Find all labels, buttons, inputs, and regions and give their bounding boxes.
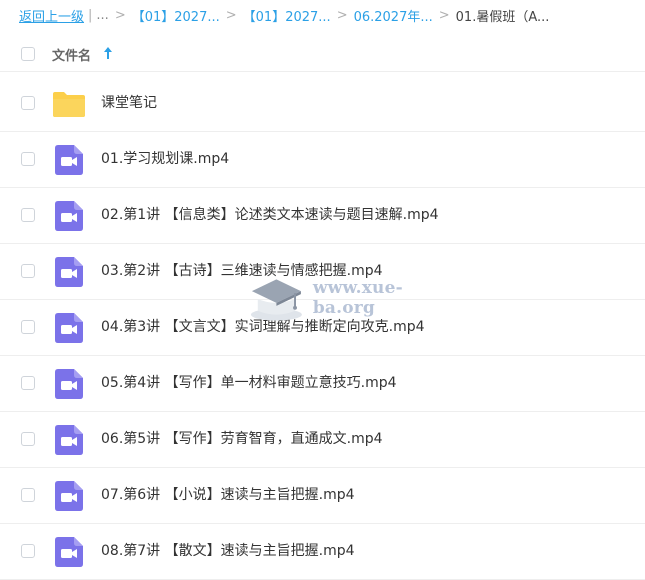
row-checkbox[interactable] — [21, 264, 35, 278]
breadcrumb-item[interactable]: 【01】2027... — [132, 6, 220, 25]
file-name[interactable]: 08.第7讲 【散文】速读与主旨把握.mp4 — [101, 540, 355, 560]
folder-name[interactable]: 课堂笔记 — [101, 92, 157, 112]
breadcrumb-separator: > — [114, 7, 126, 23]
video-file-icon — [55, 425, 83, 455]
file-row[interactable]: 08.第7讲 【散文】速读与主旨把握.mp4 — [0, 524, 645, 580]
breadcrumb-separator: > — [438, 7, 450, 23]
breadcrumb-current: 01.暑假班（A... — [455, 9, 550, 25]
file-row[interactable]: 07.第6讲 【小说】速读与主旨把握.mp4 — [0, 468, 645, 524]
breadcrumb-item[interactable]: 【01】2027... — [243, 6, 331, 25]
video-file-icon — [55, 481, 83, 511]
row-checkbox[interactable] — [21, 432, 35, 446]
file-row[interactable]: 01.学习规划课.mp4 — [0, 132, 645, 188]
row-checkbox[interactable] — [21, 376, 35, 390]
breadcrumb-separator: > — [225, 7, 237, 23]
watermark-text: www.xue-ba.org — [312, 278, 403, 318]
row-checkbox[interactable] — [21, 544, 35, 558]
breadcrumb-separator: > — [336, 7, 348, 23]
folder-icon — [53, 92, 85, 117]
file-row[interactable]: 06.第5讲 【写作】劳育智育，直通成文.mp4 — [0, 412, 645, 468]
video-file-icon — [55, 369, 83, 399]
folder-row[interactable]: 课堂笔记 — [0, 76, 645, 132]
column-header-filename[interactable]: 文件名 — [52, 45, 91, 64]
video-file-icon — [55, 313, 83, 343]
graduation-cap-logo-icon — [250, 279, 302, 321]
row-checkbox[interactable] — [21, 152, 35, 166]
row-checkbox[interactable] — [21, 208, 35, 222]
file-name[interactable]: 02.第1讲 【信息类】论述类文本速读与题目速解.mp4 — [101, 204, 439, 224]
video-file-icon — [55, 257, 83, 287]
video-file-icon — [55, 145, 83, 175]
breadcrumb: 返回上一级 | ... > 【01】2027... > 【01】2027... … — [19, 5, 639, 25]
row-checkbox[interactable] — [21, 96, 35, 110]
file-name[interactable]: 07.第6讲 【小说】速读与主旨把握.mp4 — [101, 484, 355, 504]
arrow-up-icon[interactable] — [103, 46, 113, 60]
back-link[interactable]: 返回上一级 — [19, 6, 84, 25]
file-row[interactable]: 05.第4讲 【写作】单一材料审题立意技巧.mp4 — [0, 356, 645, 412]
row-checkbox[interactable] — [21, 320, 35, 334]
breadcrumb-pipe: | — [88, 7, 93, 23]
select-all-checkbox[interactable] — [21, 47, 35, 61]
row-checkbox[interactable] — [21, 488, 35, 502]
file-list-header: 文件名 — [0, 38, 645, 72]
video-file-icon — [55, 201, 83, 231]
file-name[interactable]: 01.学习规划课.mp4 — [101, 148, 229, 168]
file-name[interactable]: 05.第4讲 【写作】单一材料审题立意技巧.mp4 — [101, 372, 397, 392]
video-file-icon — [55, 537, 83, 567]
file-name[interactable]: 06.第5讲 【写作】劳育智育，直通成文.mp4 — [101, 428, 383, 448]
watermark: www.xue-ba.org — [248, 270, 462, 326]
breadcrumb-item[interactable]: 06.2027年... — [354, 6, 433, 25]
breadcrumb-ellipsis[interactable]: ... — [96, 8, 108, 23]
file-row[interactable]: 02.第1讲 【信息类】论述类文本速读与题目速解.mp4 — [0, 188, 645, 244]
